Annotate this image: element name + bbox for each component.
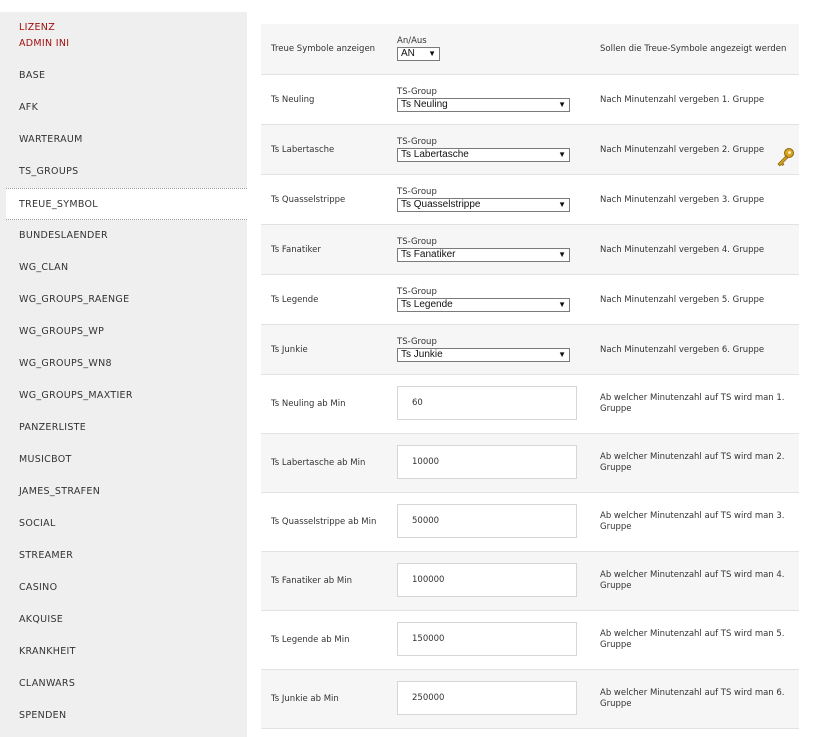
field-label: TS-Group xyxy=(397,137,437,147)
setting-label: Ts Legende xyxy=(271,295,319,305)
sidebar-link-admin-ini[interactable]: ADMIN INI xyxy=(19,38,69,49)
minutes-input[interactable]: 150000 xyxy=(397,622,577,656)
dropdown-arrow-icon: ▼ xyxy=(428,49,436,58)
setting-description: Ab welcher Minutenzahl auf TS wird man 2… xyxy=(600,452,785,473)
setting-label: Ts Neuling ab Min xyxy=(271,399,346,409)
field-label: TS-Group xyxy=(397,337,437,347)
minutes-input[interactable]: 100000 xyxy=(397,563,577,597)
on-off-select[interactable]: AN ▼ xyxy=(397,47,440,61)
ts-group-select[interactable]: Ts Junkie ▼ xyxy=(397,348,570,362)
sidebar-item-treue-symbol[interactable]: TREUE_SYMBOL xyxy=(6,188,247,220)
sidebar-item-afk[interactable]: AFK xyxy=(6,92,247,124)
setting-row-ts-legende: Ts Legende TS-Group Ts Legende ▼ Nach Mi… xyxy=(261,275,799,325)
sidebar-item-krankheit[interactable]: KRANKHEIT xyxy=(6,636,247,668)
setting-description: Nach Minutenzahl vergeben 1. Gruppe xyxy=(600,95,765,105)
sidebar-item-panzerliste[interactable]: PANZERLISTE xyxy=(6,412,247,444)
sidebar-item-musicbot[interactable]: MUSICBOT xyxy=(6,444,247,476)
sidebar-item-wg-groups-raenge[interactable]: WG_GROUPS_RAENGE xyxy=(6,284,247,316)
minutes-input[interactable]: 60 xyxy=(397,386,577,420)
setting-label: Treue Symbole anzeigen xyxy=(271,44,376,54)
ts-group-select[interactable]: Ts Labertasche ▼ xyxy=(397,148,570,162)
setting-description: Nach Minutenzahl vergeben 4. Gruppe xyxy=(600,245,765,255)
setting-description: Sollen die Treue-Symbole angezeigt werde… xyxy=(600,44,787,54)
sidebar-item-social[interactable]: SOCIAL xyxy=(6,508,247,540)
setting-row-ts-fanatiker: Ts Fanatiker TS-Group Ts Fanatiker ▼ Nac… xyxy=(261,225,799,275)
setting-row-ts-legende-ab-min: Ts Legende ab Min 150000 Ab welcher Minu… xyxy=(261,611,799,670)
setting-row-ts-junkie-ab-min: Ts Junkie ab Min 250000 Ab welcher Minut… xyxy=(261,670,799,729)
setting-label: Ts Fanatiker ab Min xyxy=(271,576,352,586)
dropdown-arrow-icon: ▼ xyxy=(558,300,566,309)
sidebar-item-bundeslaender[interactable]: BUNDESLAENDER xyxy=(6,220,247,252)
setting-label: Ts Neuling xyxy=(271,95,315,105)
setting-label: Ts Junkie xyxy=(271,345,308,355)
sidebar-item-wg-groups-wn8[interactable]: WG_GROUPS_WN8 xyxy=(6,348,247,380)
select-value: Ts Legende xyxy=(401,299,453,310)
sidebar-item-base[interactable]: BASE xyxy=(6,60,247,92)
sidebar-item-wg-groups-wp[interactable]: WG_GROUPS_WP xyxy=(6,316,247,348)
select-value: Ts Junkie xyxy=(401,349,443,360)
setting-label: Ts Quasselstrippe xyxy=(271,195,346,205)
sidebar-link-lizenz[interactable]: LIZENZ xyxy=(19,22,55,33)
minutes-input[interactable]: 50000 xyxy=(397,504,577,538)
minutes-input[interactable]: 250000 xyxy=(397,681,577,715)
setting-description: Ab welcher Minutenzahl auf TS wird man 1… xyxy=(600,393,785,414)
setting-label: Ts Fanatiker xyxy=(271,245,321,255)
setting-row-ts-quasselstrippe-ab-min: Ts Quasselstrippe ab Min 50000 Ab welche… xyxy=(261,493,799,552)
field-label: TS-Group xyxy=(397,237,437,247)
field-label: An/Aus xyxy=(397,36,427,46)
setting-row-ts-fanatiker-ab-min: Ts Fanatiker ab Min 100000 Ab welcher Mi… xyxy=(261,552,799,611)
select-value: AN xyxy=(401,48,415,59)
setting-label: Ts Junkie ab Min xyxy=(271,694,339,704)
setting-description: Nach Minutenzahl vergeben 2. Gruppe xyxy=(600,145,765,155)
ts-group-select[interactable]: Ts Neuling ▼ xyxy=(397,98,570,112)
field-label: TS-Group xyxy=(397,187,437,197)
dropdown-arrow-icon: ▼ xyxy=(558,250,566,259)
setting-description: Ab welcher Minutenzahl auf TS wird man 4… xyxy=(600,570,785,591)
setting-row-ts-labertasche-ab-min: Ts Labertasche ab Min 10000 Ab welcher M… xyxy=(261,434,799,493)
settings-panel: Treue Symbole anzeigen An/Aus AN ▼ Solle… xyxy=(261,24,799,737)
setting-row-ts-neuling-ab-min: Ts Neuling ab Min 60 Ab welcher Minutenz… xyxy=(261,375,799,434)
sidebar-item-clanwars[interactable]: CLANWARS xyxy=(6,668,247,700)
sidebar-item-streamer[interactable]: STREAMER xyxy=(6,540,247,572)
select-value: Ts Neuling xyxy=(401,99,448,110)
minutes-input[interactable]: 10000 xyxy=(397,445,577,479)
sidebar-item-warteraum[interactable]: WARTERAUM xyxy=(6,124,247,156)
sidebar: LIZENZ ADMIN INI BASE AFK WARTERAUM TS_G… xyxy=(0,12,247,737)
key-icon[interactable] xyxy=(774,146,796,168)
setting-description: Ab welcher Minutenzahl auf TS wird man 3… xyxy=(600,511,785,532)
setting-row-treue-symbole: Treue Symbole anzeigen An/Aus AN ▼ Solle… xyxy=(261,24,799,75)
setting-label: Ts Labertasche xyxy=(271,145,335,155)
ts-group-select[interactable]: Ts Fanatiker ▼ xyxy=(397,248,570,262)
dropdown-arrow-icon: ▼ xyxy=(558,100,566,109)
field-label: TS-Group xyxy=(397,87,437,97)
setting-label: Ts Quasselstrippe ab Min xyxy=(271,517,377,527)
setting-description: Ab welcher Minutenzahl auf TS wird man 6… xyxy=(600,688,785,709)
sidebar-item-wg-clan[interactable]: WG_CLAN xyxy=(6,252,247,284)
sidebar-item-james-strafen[interactable]: JAMES_STRAFEN xyxy=(6,476,247,508)
select-value: Ts Fanatiker xyxy=(401,249,456,260)
ts-group-select[interactable]: Ts Quasselstrippe ▼ xyxy=(397,198,570,212)
setting-label: Ts Legende ab Min xyxy=(271,635,350,645)
setting-row-ts-quasselstrippe: Ts Quasselstrippe TS-Group Ts Quasselstr… xyxy=(261,175,799,225)
sidebar-item-casino[interactable]: CASINO xyxy=(6,572,247,604)
sidebar-item-spenden[interactable]: SPENDEN xyxy=(6,700,247,732)
setting-description: Nach Minutenzahl vergeben 3. Gruppe xyxy=(600,195,765,205)
ts-group-select[interactable]: Ts Legende ▼ xyxy=(397,298,570,312)
setting-row-ts-neuling: Ts Neuling TS-Group Ts Neuling ▼ Nach Mi… xyxy=(261,75,799,125)
setting-label: Ts Labertasche ab Min xyxy=(271,458,366,468)
setting-description: Nach Minutenzahl vergeben 5. Gruppe xyxy=(600,295,765,305)
setting-row-ts-junkie: Ts Junkie TS-Group Ts Junkie ▼ Nach Minu… xyxy=(261,325,799,375)
setting-description: Ab welcher Minutenzahl auf TS wird man 5… xyxy=(600,629,785,650)
setting-row-ts-labertasche: Ts Labertasche TS-Group Ts Labertasche ▼… xyxy=(261,125,799,175)
sidebar-item-ts-groups[interactable]: TS_GROUPS xyxy=(6,156,247,188)
select-value: Ts Labertasche xyxy=(401,149,469,160)
select-value: Ts Quasselstrippe xyxy=(401,199,481,210)
dropdown-arrow-icon: ▼ xyxy=(558,350,566,359)
sidebar-item-wg-groups-maxtier[interactable]: WG_GROUPS_MAXTIER xyxy=(6,380,247,412)
dropdown-arrow-icon: ▼ xyxy=(558,200,566,209)
setting-description: Nach Minutenzahl vergeben 6. Gruppe xyxy=(600,345,765,355)
sidebar-item-akquise[interactable]: AKQUISE xyxy=(6,604,247,636)
dropdown-arrow-icon: ▼ xyxy=(558,150,566,159)
field-label: TS-Group xyxy=(397,287,437,297)
